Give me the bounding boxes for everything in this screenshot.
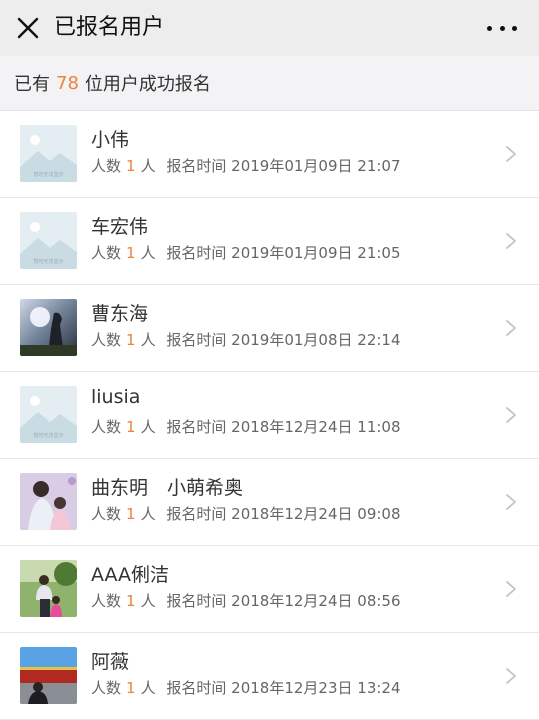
registration-meta: 人数 1 人 报名时间 2018年12月24日 08:56 — [91, 590, 401, 611]
avatar: 暂时无法显示 — [20, 212, 77, 269]
avatar — [20, 560, 77, 617]
user-list-item[interactable]: AAA俐洁 人数 1 人 报名时间 2018年12月24日 08:56 — [0, 546, 539, 633]
user-list-item[interactable]: 暂时无法显示 liusia 人数 1 人 报名时间 2018年12月24日 11:0… — [0, 372, 539, 459]
people-label: 人数 — [91, 157, 122, 175]
chevron-right-icon — [505, 580, 517, 598]
chevron-right-icon — [505, 406, 517, 424]
time-label: 报名时间 — [166, 592, 227, 610]
close-icon[interactable] — [14, 14, 42, 42]
registration-meta: 人数 1 人 报名时间 2018年12月24日 09:08 — [91, 503, 401, 524]
avatar — [20, 647, 77, 704]
people-label: 人数 — [91, 244, 122, 262]
page-title: 已报名用户 — [54, 15, 165, 40]
time-label: 报名时间 — [166, 157, 227, 175]
time-label: 报名时间 — [166, 244, 227, 262]
summary-suffix: 位用户成功报名 — [84, 74, 211, 95]
chevron-right-icon — [505, 493, 517, 511]
people-label: 人数 — [91, 592, 122, 610]
people-unit: 人 — [140, 331, 156, 349]
people-unit: 人 — [140, 418, 156, 436]
registration-time: 2019年01月09日 21:05 — [231, 244, 401, 262]
registration-meta: 人数 1 人 报名时间 2018年12月24日 11:08 — [91, 416, 401, 437]
registration-count: 78 — [56, 72, 79, 94]
user-list-item[interactable]: 暂时无法显示 小伟 人数 1 人 报名时间 2019年01月09日 21:07 — [0, 111, 539, 198]
people-count: 1 — [126, 592, 136, 610]
people-unit: 人 — [140, 592, 156, 610]
time-label: 报名时间 — [166, 679, 227, 697]
people-count: 1 — [126, 418, 136, 436]
registration-time: 2018年12月23日 13:24 — [231, 679, 401, 697]
people-label: 人数 — [91, 505, 122, 523]
user-name: 阿薇 — [91, 651, 130, 673]
summary-prefix: 已有 — [14, 74, 50, 95]
registration-meta: 人数 1 人 报名时间 2018年12月23日 13:24 — [91, 677, 401, 698]
people-label: 人数 — [91, 418, 122, 436]
user-list: 暂时无法显示 小伟 人数 1 人 报名时间 2019年01月09日 21:07 暂时… — [0, 111, 539, 720]
user-name: AAA俐洁 — [91, 564, 170, 586]
user-name: 曹东海 — [91, 303, 149, 325]
registration-time: 2018年12月24日 11:08 — [231, 418, 401, 436]
people-count: 1 — [126, 505, 136, 523]
user-list-item[interactable]: 暂时无法显示 车宏伟 人数 1 人 报名时间 2019年01月09日 21:05 — [0, 198, 539, 285]
people-unit: 人 — [140, 157, 156, 175]
user-list-item[interactable]: 曲东明 小萌希奥 人数 1 人 报名时间 2018年12月24日 09:08 — [0, 459, 539, 546]
more-options-icon[interactable] — [487, 14, 517, 42]
user-list-item[interactable]: 曹东海 人数 1 人 报名时间 2019年01月08日 22:14 — [0, 285, 539, 372]
avatar: 暂时无法显示 — [20, 125, 77, 182]
nav-bar: 已报名用户 — [0, 0, 539, 56]
people-label: 人数 — [91, 331, 122, 349]
registration-time: 2019年01月09日 21:07 — [231, 157, 401, 175]
people-count: 1 — [126, 244, 136, 262]
registration-time: 2019年01月08日 22:14 — [231, 331, 401, 349]
registration-time: 2018年12月24日 08:56 — [231, 592, 401, 610]
registration-meta: 人数 1 人 报名时间 2019年01月09日 21:05 — [91, 242, 401, 263]
time-label: 报名时间 — [166, 331, 227, 349]
avatar — [20, 299, 77, 356]
people-unit: 人 — [140, 505, 156, 523]
people-count: 1 — [126, 157, 136, 175]
user-name: 小伟 — [91, 129, 130, 151]
time-label: 报名时间 — [166, 418, 227, 436]
time-label: 报名时间 — [166, 505, 227, 523]
user-list-item[interactable]: 阿薇 人数 1 人 报名时间 2018年12月23日 13:24 — [0, 633, 539, 720]
placeholder-caption: 暂时无法显示 — [33, 258, 63, 265]
people-count: 1 — [126, 679, 136, 697]
avatar: 暂时无法显示 — [20, 386, 77, 443]
user-name: 车宏伟 — [91, 216, 149, 238]
registration-meta: 人数 1 人 报名时间 2019年01月09日 21:07 — [91, 155, 401, 176]
user-name: liusia — [91, 386, 141, 408]
placeholder-caption: 暂时无法显示 — [33, 432, 63, 439]
chevron-right-icon — [505, 232, 517, 250]
people-unit: 人 — [140, 244, 156, 262]
registration-meta: 人数 1 人 报名时间 2019年01月08日 22:14 — [91, 329, 401, 350]
placeholder-caption: 暂时无法显示 — [33, 171, 63, 178]
chevron-right-icon — [505, 145, 517, 163]
chevron-right-icon — [505, 667, 517, 685]
people-count: 1 — [126, 331, 136, 349]
user-name: 曲东明 小萌希奥 — [91, 477, 244, 499]
registration-time: 2018年12月24日 09:08 — [231, 505, 401, 523]
people-label: 人数 — [91, 679, 122, 697]
chevron-right-icon — [505, 319, 517, 337]
registration-summary: 已有 78 位用户成功报名 — [0, 56, 539, 111]
avatar — [20, 473, 77, 530]
people-unit: 人 — [140, 679, 156, 697]
